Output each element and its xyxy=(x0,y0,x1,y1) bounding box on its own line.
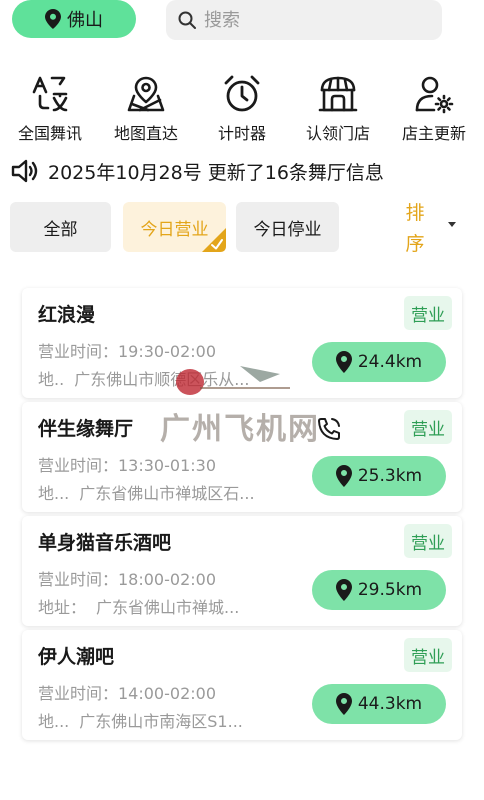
quick-nav-label: 全国舞讯 xyxy=(17,124,82,143)
map-pin-icon xyxy=(127,76,165,112)
venue-address: 地... 广东佛山市南海区S1... xyxy=(38,708,300,732)
address-label: 地... xyxy=(38,712,70,731)
store-icon xyxy=(318,76,358,112)
sort-button[interactable]: 排 序 xyxy=(390,198,440,260)
address-label: 地... xyxy=(38,484,70,503)
quick-nav-owner-update[interactable]: 店主更新 xyxy=(386,74,482,144)
venue-card[interactable]: 红浪漫 营业 营业时间：19:30-02:00 地.. 广东佛山市顺德区乐从...… xyxy=(22,288,462,398)
update-notice[interactable]: 2025年10月28号 更新了16条舞厅信息 xyxy=(10,156,384,186)
address-value: 广东佛山市顺德区乐从... xyxy=(74,370,250,389)
quick-nav-map[interactable]: 地图直达 xyxy=(98,74,194,144)
venue-hours: 营业时间：18:00-02:00 xyxy=(38,570,216,589)
alarm-clock-icon xyxy=(224,75,260,112)
city-label: 佛山 xyxy=(67,10,103,31)
location-pin-icon xyxy=(335,351,352,373)
sort-label-line2: 序 xyxy=(405,233,425,255)
filter-open-today-button[interactable]: 今日营业 xyxy=(123,202,226,252)
venue-card[interactable]: 单身猫音乐酒吧 营业 营业时间：18:00-02:00 地址： 广东省佛山市禅城.… xyxy=(22,516,462,626)
search-input[interactable] xyxy=(204,9,424,31)
status-badge: 营业 xyxy=(404,638,452,672)
status-badge: 营业 xyxy=(404,410,452,444)
distance-navigate-button[interactable]: 29.5km xyxy=(312,570,446,610)
venue-address: 地... 广东省佛山市禅城区石... xyxy=(38,480,300,504)
address-value: 广东省佛山市禅城... xyxy=(96,598,240,617)
quick-nav-label: 地图直达 xyxy=(113,124,178,143)
quick-nav-timer[interactable]: 计时器 xyxy=(194,74,290,144)
venue-name: 伊人潮吧 xyxy=(38,646,115,668)
distance-text: 29.5km xyxy=(357,580,423,600)
quick-nav: 全国舞讯 地图直达 计时器 认领门店 店主更新 xyxy=(0,74,484,144)
location-pin-icon xyxy=(45,9,61,29)
address-value: 广东省佛山市禅城区石... xyxy=(79,484,255,503)
search-icon xyxy=(178,11,196,29)
search-bar[interactable] xyxy=(166,0,442,40)
quick-nav-national-news[interactable]: 全国舞讯 xyxy=(2,74,98,144)
status-badge: 营业 xyxy=(404,296,452,330)
venue-address: 地.. 广东佛山市顺德区乐从... xyxy=(38,366,300,390)
venue-card[interactable]: 伊人潮吧 营业 营业时间：14:00-02:00 地... 广东佛山市南海区S1.… xyxy=(22,630,462,740)
selected-check-icon xyxy=(202,228,226,252)
distance-text: 25.3km xyxy=(357,466,423,486)
venue-hours: 营业时间：13:30-01:30 xyxy=(38,456,216,475)
venue-name: 红浪漫 xyxy=(38,304,96,326)
distance-navigate-button[interactable]: 44.3km xyxy=(312,684,446,724)
quick-nav-label: 认领门店 xyxy=(305,124,370,143)
sort-dropdown-arrow-icon[interactable] xyxy=(448,222,456,227)
venue-name: 伴生缘舞厅 xyxy=(38,418,134,440)
venue-hours: 营业时间：19:30-02:00 xyxy=(38,342,216,361)
notice-text: 2025年10月28号 更新了16条舞厅信息 xyxy=(48,161,384,184)
speaker-icon xyxy=(11,159,38,183)
sort-label-line1: 排 xyxy=(405,202,425,224)
address-label: 地址： xyxy=(38,598,87,617)
distance-text: 24.4km xyxy=(357,352,423,372)
filter-bar: 全部 今日营业 今日停业 排 序 xyxy=(10,202,480,255)
phone-icon[interactable] xyxy=(316,416,342,442)
filter-open-today-label: 今日营业 xyxy=(140,219,209,240)
distance-navigate-button[interactable]: 24.4km xyxy=(312,342,446,382)
distance-navigate-button[interactable]: 25.3km xyxy=(312,456,446,496)
quick-nav-label: 计时器 xyxy=(217,124,266,143)
address-value: 广东佛山市南海区S1... xyxy=(79,712,243,731)
venue-card[interactable]: 伴生缘舞厅 营业 营业时间：13:30-01:30 地... 广东省佛山市禅城区石… xyxy=(22,402,462,512)
venue-name: 单身猫音乐酒吧 xyxy=(38,532,172,554)
top-bar: 佛山 xyxy=(0,0,484,44)
distance-text: 44.3km xyxy=(357,694,423,714)
location-pin-icon xyxy=(335,693,352,715)
user-settings-icon xyxy=(415,76,454,114)
address-label: 地.. xyxy=(38,370,65,389)
city-selector-button[interactable]: 佛山 xyxy=(12,0,136,38)
location-pin-icon xyxy=(335,579,352,601)
venue-address: 地址： 广东省佛山市禅城... xyxy=(38,594,300,618)
venue-hours: 营业时间：14:00-02:00 xyxy=(38,684,216,703)
translate-icon xyxy=(32,76,68,112)
filter-all-button[interactable]: 全部 xyxy=(10,202,111,252)
status-badge: 营业 xyxy=(404,524,452,558)
venue-list: 红浪漫 营业 营业时间：19:30-02:00 地.. 广东佛山市顺德区乐从...… xyxy=(22,288,462,744)
quick-nav-label: 店主更新 xyxy=(401,124,466,143)
filter-closed-today-button[interactable]: 今日停业 xyxy=(236,202,339,252)
location-pin-icon xyxy=(335,465,352,487)
quick-nav-claim-store[interactable]: 认领门店 xyxy=(290,74,386,144)
